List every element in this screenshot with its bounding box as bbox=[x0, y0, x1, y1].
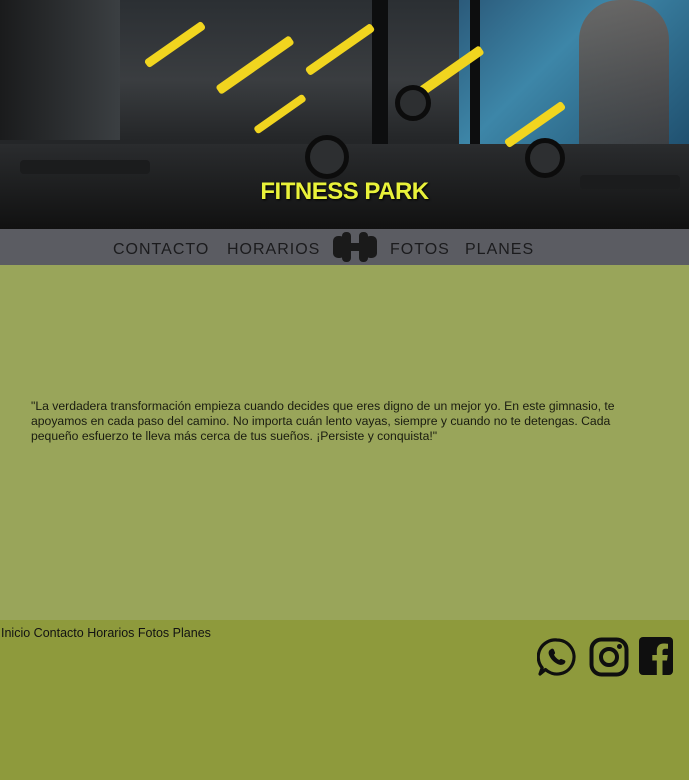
nav-item-fotos[interactable]: FOTOS bbox=[390, 241, 450, 259]
whatsapp-icon[interactable] bbox=[537, 637, 577, 677]
main-section: "La verdadera transformación empieza cua… bbox=[0, 265, 689, 620]
facebook-icon[interactable] bbox=[639, 637, 673, 675]
gym-bench bbox=[20, 160, 150, 174]
hero-banner: FITNESS PARK bbox=[0, 0, 689, 229]
motivational-quote: "La verdadera transformación empieza cua… bbox=[31, 399, 615, 443]
gym-machine bbox=[304, 22, 376, 77]
nav-item-planes[interactable]: PLANES bbox=[465, 241, 534, 259]
weight-plate bbox=[525, 138, 565, 178]
instagram-icon[interactable] bbox=[589, 637, 629, 677]
footer-link-contacto[interactable]: Contacto bbox=[34, 626, 84, 640]
hero-wall bbox=[0, 0, 120, 140]
footer-links: Inicio Contacto Horarios Fotos Planes bbox=[1, 626, 211, 640]
hero-title: FITNESS PARK bbox=[260, 178, 429, 205]
weight-plate bbox=[395, 85, 431, 121]
footer-link-planes[interactable]: Planes bbox=[173, 626, 211, 640]
dumbbell-icon[interactable] bbox=[333, 232, 377, 262]
footer: Inicio Contacto Horarios Fotos Planes bbox=[0, 620, 689, 780]
nav-item-horarios[interactable]: HORARIOS bbox=[227, 241, 320, 259]
gym-machine bbox=[215, 35, 295, 95]
gym-machine bbox=[143, 20, 207, 69]
gym-machine bbox=[253, 93, 307, 135]
weight-plate bbox=[305, 135, 349, 179]
footer-link-horarios[interactable]: Horarios bbox=[87, 626, 134, 640]
footer-link-fotos[interactable]: Fotos bbox=[138, 626, 169, 640]
footer-link-inicio[interactable]: Inicio bbox=[1, 626, 30, 640]
nav-item-contacto[interactable]: CONTACTO bbox=[113, 241, 209, 259]
